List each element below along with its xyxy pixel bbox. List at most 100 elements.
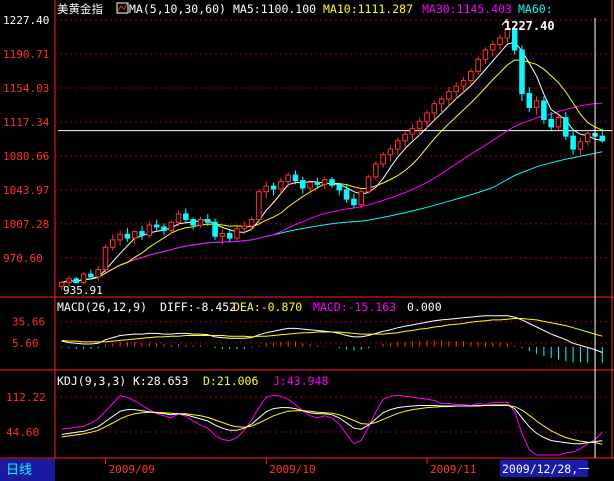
candle-body[interactable]	[387, 148, 394, 156]
candle-body[interactable]	[599, 135, 606, 142]
macd-y-tick: 35.66	[12, 316, 45, 329]
kdj-d-value: D:21.006	[203, 374, 258, 388]
candle-body[interactable]	[117, 233, 123, 241]
kdj-title: KDJ(9,3,3)	[57, 374, 126, 388]
period-tab[interactable]: 日线	[6, 463, 32, 478]
candle-body[interactable]	[226, 232, 233, 239]
candle-body[interactable]	[241, 225, 248, 230]
candle-body[interactable]	[380, 154, 386, 165]
candle-body[interactable]	[278, 181, 284, 190]
ma30-value: MA30:1145.403	[422, 2, 512, 16]
candle-body[interactable]	[329, 179, 335, 186]
candle-body[interactable]	[110, 239, 116, 248]
candle-body[interactable]	[460, 80, 467, 87]
candle-body[interactable]	[555, 117, 562, 128]
candle-body[interactable]	[446, 91, 452, 100]
candle-body[interactable]	[409, 128, 416, 135]
candle-body[interactable]	[431, 103, 438, 114]
ma10-value: MA10:1111.287	[323, 2, 413, 16]
macd-hist-value: MACD:-15.163	[313, 300, 396, 314]
price-y-tick: 1080.66	[3, 150, 49, 163]
price-y-tick: 970.60	[3, 252, 43, 265]
candle-body[interactable]	[533, 100, 540, 108]
candle-body[interactable]	[66, 278, 72, 284]
candle-body[interactable]	[95, 269, 101, 278]
x-axis-tick: 2009/10	[269, 463, 315, 476]
cursor-date-label: 2009/12/28,一	[502, 462, 590, 476]
macd-dea-value: DEA:-0.870	[233, 300, 302, 314]
candle-body[interactable]	[183, 213, 189, 221]
candle-body[interactable]	[161, 226, 167, 232]
candle-body[interactable]	[205, 219, 211, 223]
candle-body[interactable]	[292, 174, 299, 182]
candle-body[interactable]	[256, 191, 262, 221]
ma-params: MA(5,10,30,60)	[129, 2, 226, 16]
candle-body[interactable]	[526, 93, 533, 108]
high-price-label: 1227.40	[504, 19, 555, 33]
chart-canvas[interactable]: 1227.40 1190.71 1154.03 1117.34 1080.66 1043.…	[0, 0, 614, 481]
candle-body[interactable]	[88, 273, 94, 278]
candle-body[interactable]	[263, 185, 270, 193]
low-price-label: 935.91	[63, 284, 103, 297]
macd-title: MACD(26,12,9)	[57, 300, 147, 314]
candle-body[interactable]	[351, 198, 357, 206]
candle-body[interactable]	[248, 219, 255, 227]
candle-body[interactable]	[373, 163, 379, 178]
candle-body[interactable]	[314, 181, 321, 185]
candle-body[interactable]	[285, 174, 291, 183]
candle-body[interactable]	[234, 228, 240, 239]
candle-body[interactable]	[307, 181, 313, 189]
candle-body[interactable]	[497, 37, 503, 45]
candle-body[interactable]	[416, 120, 423, 130]
candle-body[interactable]	[80, 273, 87, 284]
candle-body[interactable]	[584, 132, 591, 143]
candle-body[interactable]	[343, 189, 350, 200]
candle-body[interactable]	[190, 219, 196, 226]
candle-body[interactable]	[365, 176, 372, 193]
candle-body[interactable]	[394, 140, 401, 150]
candle-body[interactable]	[300, 180, 306, 189]
candle-body[interactable]	[321, 179, 328, 185]
candle-body[interactable]	[402, 133, 408, 142]
candle-body[interactable]	[146, 224, 153, 236]
candle-body[interactable]	[577, 141, 584, 150]
symbol-name: 美黄金指	[57, 2, 103, 16]
candle-body[interactable]	[168, 221, 175, 232]
candle-body[interactable]	[212, 221, 218, 237]
candle-body[interactable]	[270, 185, 277, 190]
candle-body[interactable]	[482, 49, 489, 60]
price-y-tick: 1007.28	[3, 218, 49, 231]
candle-body[interactable]	[219, 232, 226, 237]
candle-body[interactable]	[153, 224, 160, 228]
candle-body[interactable]	[570, 135, 576, 150]
candle-body[interactable]	[563, 117, 569, 137]
price-y-tick: 1043.97	[3, 184, 49, 197]
candle-body[interactable]	[548, 118, 554, 128]
candle-body[interactable]	[197, 219, 204, 226]
ma60-value: MA60:	[518, 2, 553, 16]
candle-body[interactable]	[519, 49, 525, 95]
ma5-value: MA5:1100.100	[233, 2, 316, 16]
candle-body[interactable]	[175, 213, 182, 223]
kdj-k-value: K:28.653	[133, 374, 188, 388]
price-y-tick: 1117.34	[3, 116, 50, 129]
candle-body[interactable]	[102, 246, 109, 271]
candle-body[interactable]	[453, 85, 459, 93]
price-y-tick: 1190.71	[3, 48, 49, 61]
candle-body[interactable]	[438, 98, 445, 105]
candle-body[interactable]	[475, 58, 481, 72]
stock-chart-window: 1227.40 1190.71 1154.03 1117.34 1080.66 1043.…	[0, 0, 614, 481]
candle-body[interactable]	[131, 231, 138, 239]
kdj-y-tick: 44.60	[6, 426, 39, 439]
macd-diff-value: DIFF:-8.452	[160, 300, 236, 314]
candle-body[interactable]	[124, 233, 131, 239]
candle-body[interactable]	[358, 191, 364, 206]
candle-body[interactable]	[139, 231, 145, 236]
x-axis-tick: 2009/11	[430, 463, 476, 476]
candle-body[interactable]	[468, 70, 474, 82]
candle-body[interactable]	[489, 43, 496, 51]
candle-body[interactable]	[424, 112, 430, 122]
candle-body[interactable]	[541, 100, 547, 120]
candle-body[interactable]	[336, 184, 343, 191]
candle-body[interactable]	[73, 278, 80, 284]
